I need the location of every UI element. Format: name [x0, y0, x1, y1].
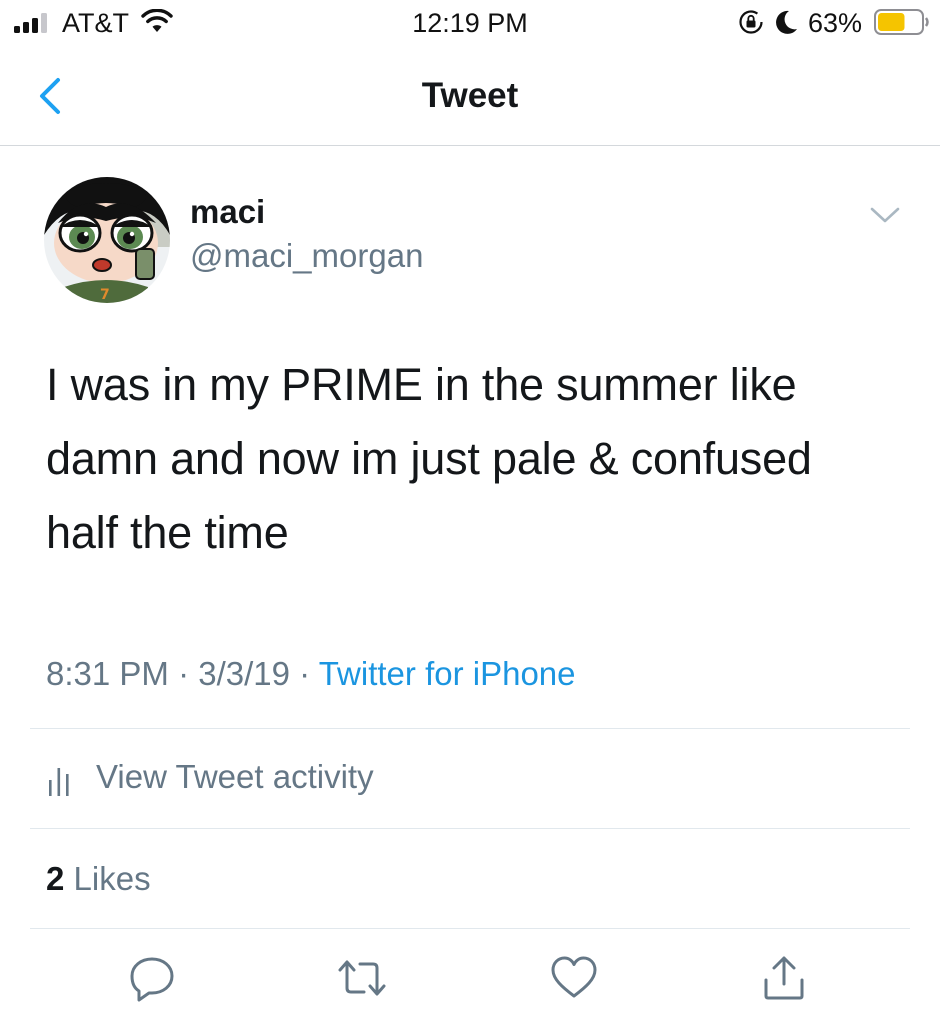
- divider: [30, 728, 910, 729]
- activity-label: View Tweet activity: [96, 758, 374, 795]
- user-handle[interactable]: @maci_morgan: [190, 237, 423, 275]
- likes-label: Likes: [73, 860, 151, 897]
- moon-icon: [776, 10, 797, 34]
- share-icon: [764, 956, 804, 1000]
- divider: [30, 828, 910, 829]
- like-button[interactable]: [548, 952, 600, 1004]
- rotation-lock-icon: [739, 10, 763, 34]
- retweet-icon: [338, 960, 386, 996]
- divider: [30, 928, 910, 929]
- chevron-down-icon[interactable]: [868, 204, 902, 226]
- tweet-date: 3/3/19: [198, 655, 290, 692]
- retweet-button[interactable]: [336, 952, 388, 1004]
- reply-button[interactable]: [126, 952, 178, 1004]
- tweet-source-link[interactable]: Twitter for iPhone: [319, 655, 576, 692]
- tweet-text: I was in my PRIME in the summer like dam…: [46, 359, 812, 558]
- likes-summary[interactable]: 2 Likes: [46, 858, 151, 900]
- meta-separator: ·: [289, 655, 319, 692]
- battery-icon: [874, 9, 929, 35]
- like-icon: [551, 956, 597, 998]
- nav-bar: Tweet: [0, 44, 940, 146]
- status-bar: AT&T 12:19 PM 63%: [0, 0, 940, 44]
- display-name[interactable]: maci: [190, 193, 265, 231]
- meta-separator: ·: [168, 655, 199, 692]
- likes-count: 2: [46, 860, 65, 897]
- avatar-image: 7: [44, 177, 170, 303]
- share-button[interactable]: [758, 952, 810, 1004]
- tweet-time: 8:31 PM: [46, 655, 169, 692]
- svg-text:7: 7: [100, 287, 110, 303]
- clock: 12:19 PM: [412, 8, 528, 38]
- page-title: Tweet: [421, 76, 519, 115]
- bar-chart-icon: [49, 768, 69, 796]
- battery-percent: 63%: [808, 8, 863, 38]
- reply-icon: [130, 957, 174, 1002]
- avatar[interactable]: 7: [44, 177, 170, 303]
- tweet-meta: 8:31 PM · 3/3/19 · Twitter for iPhone: [46, 654, 576, 694]
